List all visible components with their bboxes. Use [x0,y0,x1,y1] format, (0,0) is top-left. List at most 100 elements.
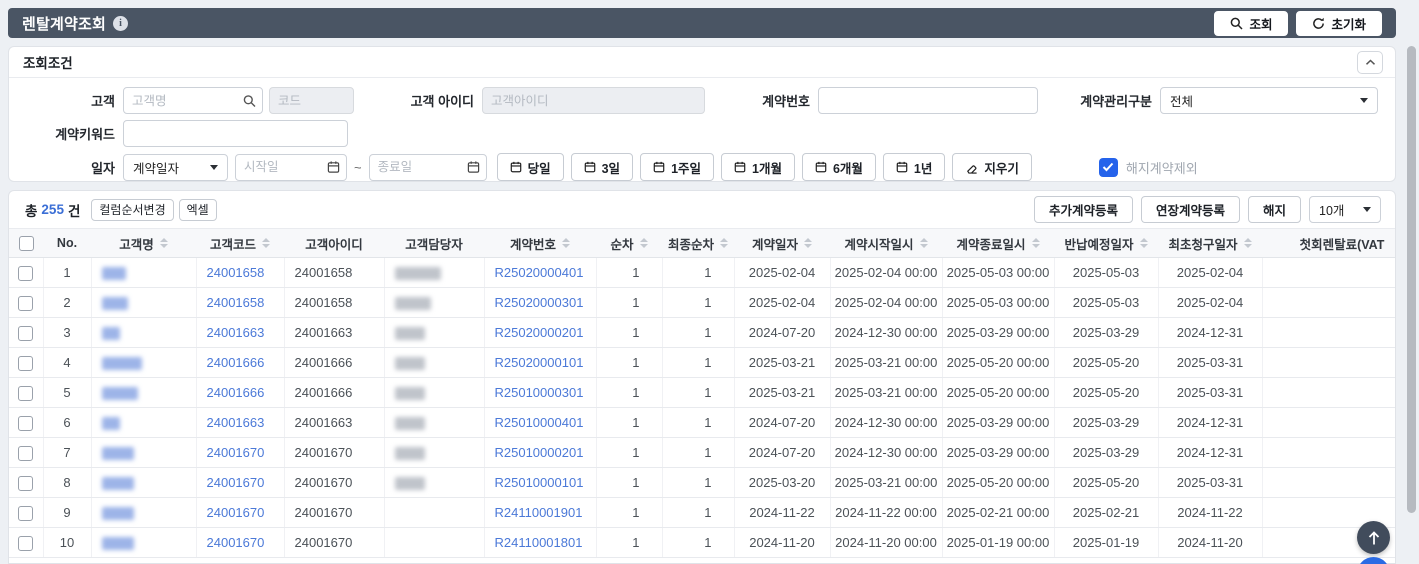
column-header[interactable]: 계약시작일시 [830,228,942,258]
customer-code-link[interactable]: 24001670 [207,475,265,490]
cell-final-seq: 1 [662,347,735,378]
cell-start-datetime: 2025-03-21 00:00 [830,377,943,408]
terminate-button[interactable]: 해지 [1247,196,1301,223]
sort-icon[interactable] [639,238,648,248]
column-header[interactable]: 고객아이디 [284,228,384,258]
customer-name-redacted[interactable] [101,477,134,491]
customer-name-redacted[interactable] [101,417,120,431]
extend-contract-button[interactable]: 연장계약등록 [1140,196,1240,223]
customer-name-redacted[interactable] [101,297,128,311]
customer-code-link[interactable]: 24001666 [207,385,265,400]
column-header[interactable]: 고객명 [91,228,196,258]
row-checkbox[interactable] [18,415,34,431]
sort-icon[interactable] [804,238,812,248]
quick-range-3d-button[interactable]: 3일 [570,153,634,181]
scroll-to-top-button[interactable] [1357,521,1390,554]
row-checkbox[interactable] [18,445,34,461]
customer-code-link[interactable]: 24001663 [207,325,265,340]
select-all-checkbox[interactable] [18,235,34,251]
calendar-icon[interactable] [467,161,480,174]
sort-icon[interactable] [720,238,728,248]
contract-no-link[interactable]: R25010000401 [495,415,584,430]
contract-no-link[interactable]: R25010000101 [495,475,584,490]
column-header[interactable]: No. [43,228,91,258]
search-button[interactable]: 조회 [1214,10,1289,36]
customer-code-link[interactable]: 24001658 [207,295,265,310]
row-checkbox[interactable] [18,385,34,401]
contract-no-link[interactable]: R25020000301 [495,295,584,310]
column-header[interactable]: 고객담당자 [384,228,484,258]
cell-customer-manager [384,497,485,528]
scrollbar-thumb[interactable] [1407,46,1416,513]
quick-range-1y-button[interactable]: 1년 [882,153,946,181]
column-header[interactable]: 고객코드 [196,228,284,258]
keyword-input[interactable] [123,120,348,147]
cell-contract-no: R24110001901 [484,497,597,528]
column-header[interactable]: 계약번호 [484,228,596,258]
collapse-panel-button[interactable] [1357,50,1383,74]
contract-no-link[interactable]: R25010000301 [495,385,584,400]
customer-code-link[interactable]: 24001670 [207,445,265,460]
sort-icon[interactable] [159,238,168,248]
column-header[interactable]: 최초청구일자 [1158,228,1262,258]
sort-icon[interactable] [1031,238,1040,248]
contract-no-link[interactable]: R25010000201 [495,445,584,460]
quick-range-1w-button[interactable]: 1주일 [640,153,715,181]
column-header[interactable]: 계약일자 [734,228,830,258]
contract-no-link[interactable]: R25020000201 [495,325,584,340]
cell-first-rental-fee [1262,287,1395,318]
contract-no-link[interactable]: R25020000101 [495,355,584,370]
row-checkbox[interactable] [18,265,34,281]
cell-start-datetime: 2025-02-04 00:00 [830,287,943,318]
search-icon[interactable] [243,94,256,107]
row-checkbox[interactable] [18,355,34,371]
row-checkbox[interactable] [18,295,34,311]
contract-no-input[interactable] [818,87,1038,114]
row-checkbox[interactable] [18,505,34,521]
excel-export-button[interactable]: 엑셀 [178,198,217,221]
contract-type-select[interactable]: 전체 [1160,87,1378,114]
quick-range-6m-button[interactable]: 6개월 [801,153,876,181]
customer-name-redacted[interactable] [101,387,138,401]
customer-code-link[interactable]: 24001670 [207,535,265,550]
column-header[interactable]: 첫회렌탈료(VAT [1262,228,1395,258]
exclude-terminated-checkbox[interactable] [1098,157,1118,177]
date-type-select[interactable]: 계약일자 [123,153,228,181]
page-size-select[interactable]: 10개 [1309,196,1381,223]
sort-icon[interactable] [1243,238,1252,248]
reset-button[interactable]: 초기화 [1296,10,1382,36]
customer-name-redacted[interactable] [101,357,142,371]
calendar-icon[interactable] [327,161,340,174]
customer-name-redacted[interactable] [101,327,120,341]
customer-code-link[interactable]: 24001663 [207,415,265,430]
sort-icon[interactable] [562,238,570,248]
customer-name-redacted[interactable] [101,537,134,551]
cell-first-billing-date: 2024-12-31 [1158,437,1263,468]
column-header[interactable]: 반납예정일자 [1054,228,1158,258]
row-checkbox[interactable] [18,325,34,341]
customer-name-redacted[interactable] [101,267,126,281]
clear-dates-button[interactable]: 지우기 [952,153,1032,181]
quick-range-1m-button[interactable]: 1개월 [721,153,795,181]
contract-no-link[interactable]: R25020000401 [495,265,584,280]
sort-icon[interactable] [1139,238,1148,248]
contract-no-link[interactable]: R24110001801 [495,535,583,550]
customer-name-redacted[interactable] [101,447,134,461]
customer-code-link[interactable]: 24001666 [207,355,265,370]
sort-icon[interactable] [262,238,270,248]
row-checkbox[interactable] [18,475,34,491]
customer-code-link[interactable]: 24001670 [207,505,265,520]
column-order-button[interactable]: 컬럼순서변경 [91,198,174,221]
column-header[interactable]: 계약종료일시 [942,228,1054,258]
quick-range-today-button[interactable]: 당일 [496,153,564,181]
row-checkbox[interactable] [18,535,34,551]
info-icon[interactable]: i [113,15,129,31]
column-header[interactable]: 최종순차 [662,228,734,258]
customer-name-redacted[interactable] [101,507,134,521]
sort-icon[interactable] [919,238,928,248]
customer-name-input[interactable] [123,87,263,114]
add-contract-button[interactable]: 추가계약등록 [1033,196,1133,223]
contract-no-link[interactable]: R24110001901 [495,505,583,520]
customer-code-link[interactable]: 24001658 [207,265,265,280]
column-header[interactable]: 순차 [596,228,662,258]
